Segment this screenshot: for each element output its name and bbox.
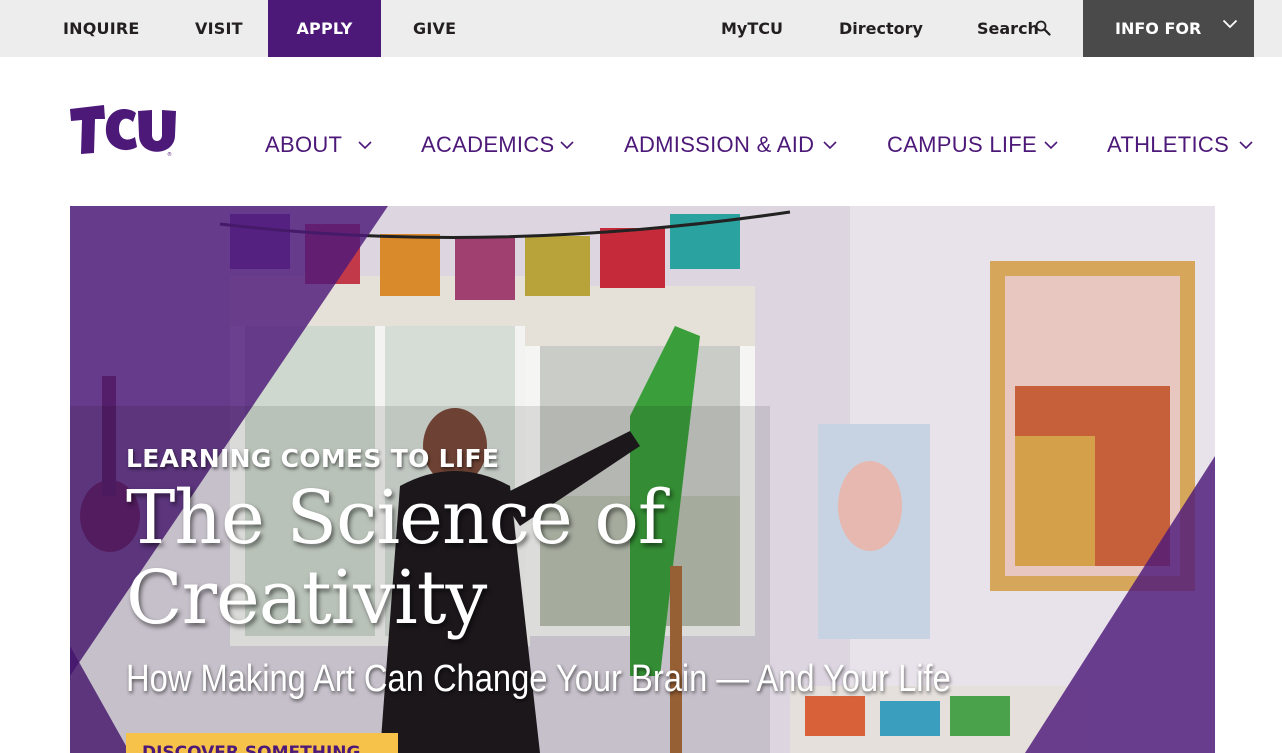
give-link[interactable]: GIVE [413,0,456,57]
directory-link[interactable]: Directory [839,0,923,57]
nav-about[interactable]: ABOUT [265,127,372,163]
nav-academics-label: ACADEMICS [421,132,555,157]
discover-button[interactable]: DISCOVER SOMETHING [126,733,398,753]
inquire-link[interactable]: INQUIRE [63,0,140,57]
tcu-logo[interactable]: ® [70,105,176,157]
nav-campus-life[interactable]: CAMPUS LIFE [887,127,1058,163]
chevron-down-icon [1222,19,1238,29]
hero-headline[interactable]: The Science of Creativity [126,478,826,638]
info-for-label: INFO FOR [1115,19,1202,38]
utility-bar: INQUIRE VISIT APPLY GIVE MyTCU Directory… [0,0,1282,57]
mytcu-link[interactable]: MyTCU [721,0,783,57]
nav-campus-life-label: CAMPUS LIFE [887,132,1037,157]
nav-academics[interactable]: ACADEMICS [421,127,574,163]
nav-admission-aid[interactable]: ADMISSION & AID [624,127,837,163]
chevron-down-icon [1044,141,1058,150]
nav-athletics[interactable]: ATHLETICS [1107,127,1253,163]
search-link[interactable]: Search [977,0,1039,57]
chevron-down-icon [358,141,372,150]
chevron-down-icon [823,141,837,150]
hero-banner[interactable]: LEARNING COMES TO LIFE The Science of Cr… [70,206,1215,753]
hero-subhead: How Making Art Can Change Your Brain — A… [126,658,951,700]
apply-link[interactable]: APPLY [268,0,381,57]
chevron-down-icon [560,141,574,150]
info-for-dropdown[interactable]: INFO FOR [1083,0,1254,57]
chevron-down-icon [1239,141,1253,150]
nav-athletics-label: ATHLETICS [1107,132,1230,157]
svg-text:®: ® [167,151,172,157]
nav-admission-label: ADMISSION & AID [624,132,815,157]
hero-eyebrow: LEARNING COMES TO LIFE [126,444,500,473]
visit-link[interactable]: VISIT [195,0,243,57]
nav-about-label: ABOUT [265,132,343,157]
search-icon[interactable] [1035,20,1051,36]
